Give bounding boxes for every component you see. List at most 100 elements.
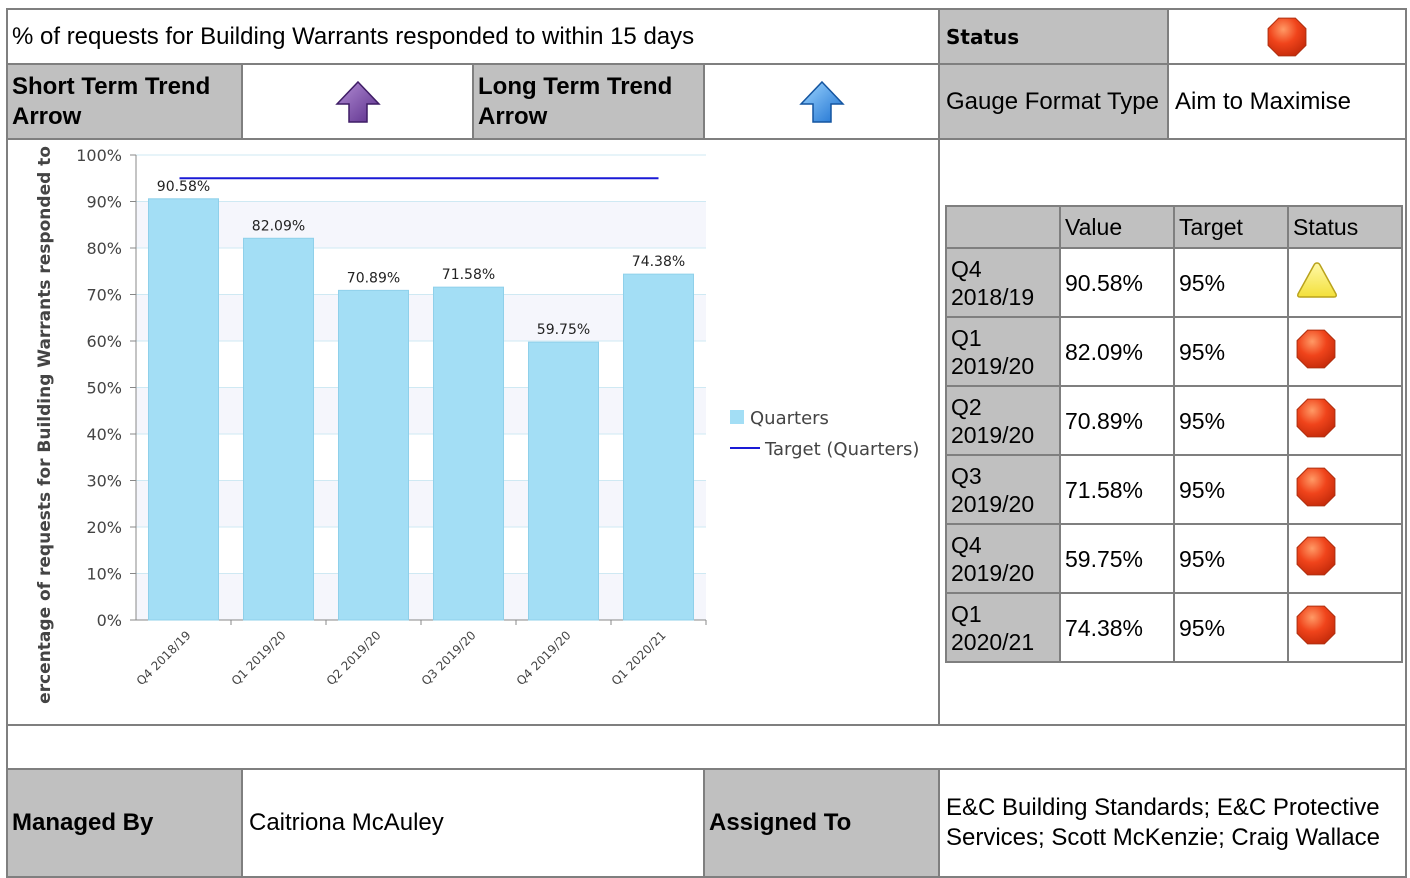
long-term-trend-label: Long Term Trend Arrow: [478, 72, 673, 130]
legend-bar-label: Quarters: [750, 408, 829, 429]
kpi-table: Value Target Status Q4 2018/19 90.58% 95% Q…: [945, 205, 1403, 663]
legend-bar-swatch: [730, 410, 744, 424]
red-octagon-icon: [1296, 605, 1336, 644]
table-row: Q2 2019/20 70.89% 95%: [945, 385, 1403, 456]
gauge-format-label: Gauge Format Type: [946, 87, 1159, 115]
spacer-right-border: [1405, 726, 1407, 770]
blue-up-arrow-icon: [798, 80, 845, 123]
bar: [338, 289, 409, 621]
table-row: Q3 2019/20 71.58% 95%: [945, 454, 1403, 525]
table-row: Q4 2018/19 90.58% 95%: [945, 247, 1403, 318]
long-term-trend-cell: [703, 63, 940, 140]
row-quarter: Q2 2019/20: [945, 385, 1061, 456]
y-tick-label: 0%: [97, 611, 122, 630]
y-tick-label: 100%: [76, 146, 122, 165]
x-tick-label: Q3 2019/20: [419, 628, 479, 688]
bar: [528, 341, 599, 621]
bar: [433, 286, 504, 621]
row-value: 59.75%: [1059, 523, 1175, 594]
bar-value-label: 70.89%: [347, 270, 400, 286]
row-status: [1287, 316, 1403, 387]
x-tick-label: Q4 2019/20: [514, 628, 574, 688]
y-tick-label: 60%: [86, 332, 122, 351]
red-octagon-icon: [1296, 398, 1336, 437]
managed-by-cell: Caitriona McAuley: [241, 768, 705, 878]
y-tick-label: 20%: [86, 518, 122, 537]
row-value: 70.89%: [1059, 385, 1175, 456]
bar-value-label: 59.75%: [537, 322, 590, 338]
managed-by-value: Caitriona McAuley: [249, 809, 444, 836]
gauge-format-value: Aim to Maximise: [1175, 87, 1352, 115]
page-title: % of requests for Building Warrants resp…: [6, 8, 940, 65]
long-term-trend-header: Long Term Trend Arrow: [472, 63, 705, 140]
table-header-row: Value Target Status: [945, 205, 1403, 249]
row-value: 74.38%: [1059, 592, 1175, 663]
plot-band: [136, 573, 706, 620]
x-tick-label: Q2 2019/20: [324, 628, 384, 688]
table-row: Q1 2019/20 82.09% 95%: [945, 316, 1403, 387]
row-quarter: Q3 2019/20: [945, 454, 1061, 525]
plot-band: [136, 480, 706, 527]
spacer-left-border: [6, 726, 8, 770]
assigned-to-value: E&C Building Standards; E&C Protective S…: [946, 794, 1380, 851]
middle-divider: [938, 138, 940, 726]
plot-band: [136, 201, 706, 248]
table-row: Q1 2020/21 74.38% 95%: [945, 592, 1403, 663]
x-tick-label: Q1 2019/20: [229, 628, 289, 688]
row-target: 95%: [1173, 247, 1289, 318]
table-header-quarter: [945, 205, 1061, 249]
bar-value-label: 71.58%: [442, 267, 495, 283]
row-status: [1287, 454, 1403, 525]
legend-line-label: Target (Quarters): [764, 439, 919, 460]
y-tick-label: 90%: [86, 193, 122, 212]
y-tick-label: 30%: [86, 472, 122, 491]
assigned-to-cell: E&C Building Standards; E&C Protective S…: [938, 768, 1407, 878]
red-octagon-icon: [1296, 536, 1336, 575]
red-octagon-icon: [1296, 467, 1336, 506]
short-term-trend-label: Short Term Trend Arrow: [12, 72, 211, 130]
status-header: Status: [938, 8, 1169, 65]
table-header-target: Target: [1173, 205, 1289, 249]
row-target: 95%: [1173, 316, 1289, 387]
y-tick-label: 70%: [86, 286, 122, 305]
page-title-text: % of requests for Building Warrants resp…: [12, 22, 695, 50]
managed-by-label: Managed By: [12, 809, 154, 836]
bar: [623, 273, 694, 621]
row-target: 95%: [1173, 592, 1289, 663]
status-label: Status: [946, 24, 1020, 49]
row-status: [1287, 592, 1403, 663]
row-status: [1287, 385, 1403, 456]
x-tick-label: Q4 2018/19: [134, 628, 194, 688]
gauge-format-header: Gauge Format Type: [938, 63, 1169, 140]
assigned-to-header: Assigned To: [703, 768, 940, 878]
row-target: 95%: [1173, 454, 1289, 525]
row-value: 71.58%: [1059, 454, 1175, 525]
row-target: 95%: [1173, 523, 1289, 594]
plot-band: [136, 387, 706, 434]
plot-band: [136, 294, 706, 341]
y-tick-label: 50%: [86, 379, 122, 398]
row-quarter: Q4 2018/19: [945, 247, 1061, 318]
y-tick-label: 40%: [86, 425, 122, 444]
bar-chart: 0% 10% 20% 30% 40% 50% 60% 70% 80% 90% 100% 90.58% Q…: [35, 146, 919, 704]
y-tick-label: 80%: [86, 239, 122, 258]
managed-by-header: Managed By: [6, 768, 243, 878]
y-axis-label: ercentage of requests for Building Warra…: [35, 146, 55, 704]
table-header-value: Value: [1059, 205, 1175, 249]
status-cell: [1167, 8, 1407, 65]
purple-up-arrow-icon: [334, 80, 381, 123]
table-header-status: Status: [1287, 205, 1403, 249]
warning-triangle-icon: [1297, 261, 1337, 298]
short-term-trend-cell: [241, 63, 474, 140]
x-tick-label: Q1 2020/21: [609, 628, 669, 688]
bar: [243, 237, 314, 621]
red-octagon-icon: [1267, 17, 1307, 56]
gauge-format-cell: Aim to Maximise: [1167, 63, 1407, 140]
row-value: 82.09%: [1059, 316, 1175, 387]
assigned-to-label: Assigned To: [709, 809, 852, 836]
row-target: 95%: [1173, 385, 1289, 456]
row-status: [1287, 247, 1403, 318]
chart-bottom-border: [6, 724, 1407, 726]
short-term-trend-header: Short Term Trend Arrow: [6, 63, 243, 140]
bar-value-label: 90.58%: [157, 179, 210, 195]
